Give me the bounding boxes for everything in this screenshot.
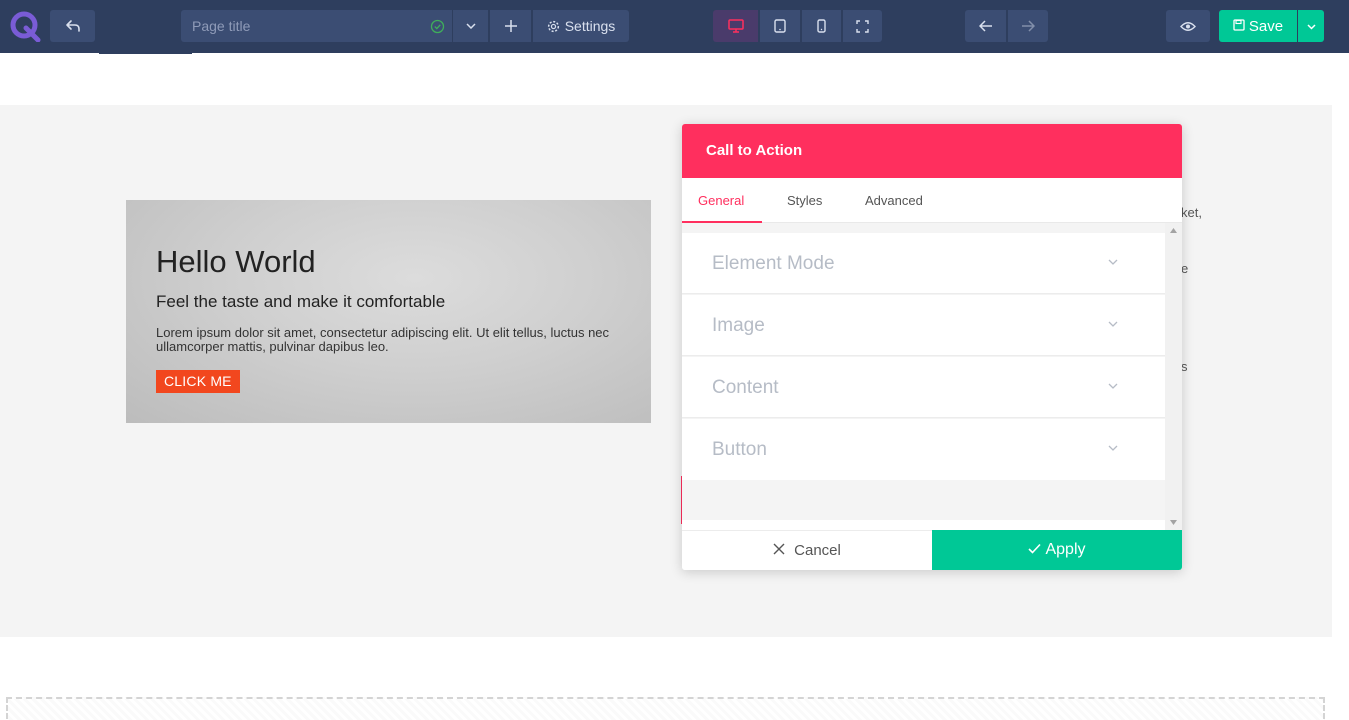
plus-icon [504, 19, 518, 33]
gear-icon [547, 20, 560, 33]
preview-button[interactable] [1166, 10, 1210, 42]
modal-tabs: General Styles Advanced [682, 178, 1182, 223]
expand-icon [856, 19, 869, 33]
accordion-label: Button [712, 439, 767, 460]
chevron-down-icon [1108, 321, 1118, 327]
save-label: Save [1248, 17, 1284, 35]
page-dropdown-button[interactable] [452, 10, 488, 42]
accordion-label: Content [712, 377, 779, 398]
settings-label: Settings [564, 18, 616, 34]
tab-advanced[interactable]: Advanced [865, 178, 923, 223]
page-title-input[interactable] [181, 10, 452, 42]
add-page-button[interactable] [489, 10, 531, 42]
logo-icon [9, 10, 41, 43]
scroll-down-icon[interactable] [1170, 520, 1177, 525]
save-button[interactable]: Save [1219, 10, 1297, 42]
undo-history-button[interactable] [50, 10, 95, 42]
cta-button[interactable]: CLICK ME [156, 370, 240, 393]
call-to-action-settings-modal: Call to Action General Styles Advanced E… [682, 124, 1182, 570]
accordion-element-mode[interactable]: Element Mode [682, 233, 1165, 294]
checkmark-icon [1028, 541, 1042, 559]
chevron-down-icon [1108, 259, 1118, 265]
settings-button[interactable]: Settings [532, 10, 629, 42]
tab-styles[interactable]: Styles [787, 178, 822, 223]
mobile-icon [817, 19, 826, 33]
cancel-button[interactable]: Cancel [682, 530, 932, 570]
floppy-disk-icon [1233, 18, 1245, 35]
accordion-label: Element Mode [712, 253, 835, 274]
background-text-fragment: ket, [1181, 205, 1202, 220]
cta-subtitle: Feel the taste and make it comfortable [156, 292, 446, 311]
arrow-right-icon [1021, 20, 1035, 32]
tablet-icon [774, 19, 786, 33]
chevron-down-icon [1306, 17, 1316, 35]
redo-button[interactable] [1007, 10, 1048, 42]
modal-footer: Cancel Apply [682, 530, 1182, 570]
accordion-button[interactable]: Button [682, 419, 1165, 480]
accordion-label: Image [712, 315, 765, 336]
fullscreen-button[interactable] [842, 10, 882, 42]
eye-icon [1180, 21, 1196, 32]
cta-description: Lorem ipsum dolor sit amet, consectetur … [156, 325, 610, 354]
modal-title: Call to Action [682, 124, 1182, 178]
tablet-view-button[interactable] [759, 10, 800, 42]
apply-label: Apply [1045, 541, 1086, 558]
cta-title: Hello World [156, 244, 316, 279]
save-options-dropdown[interactable] [1298, 10, 1324, 42]
arrow-left-icon [978, 20, 993, 32]
call-to-action-widget[interactable]: Hello World Feel the taste and make it c… [126, 200, 651, 423]
reply-arrow-icon [65, 19, 81, 33]
scroll-up-icon[interactable] [1170, 228, 1177, 233]
tab-general[interactable]: General [698, 178, 744, 223]
accordion-image[interactable]: Image [682, 295, 1165, 356]
add-section-dropzone[interactable] [6, 697, 1325, 720]
chevron-down-icon [1108, 445, 1118, 451]
chevron-down-icon [1108, 383, 1118, 389]
nav-active-underline [99, 52, 192, 54]
apply-button[interactable]: Apply [932, 530, 1182, 570]
mobile-view-button[interactable] [801, 10, 841, 42]
background-text-fragment: e [1181, 261, 1189, 276]
check-circle-icon [430, 19, 445, 34]
top-toolbar: Settings [0, 0, 1349, 53]
desktop-view-button[interactable] [713, 10, 758, 42]
undo-button[interactable] [965, 10, 1006, 42]
chevron-down-icon [465, 23, 476, 29]
accordion-content[interactable]: Content [682, 357, 1165, 418]
cancel-label: Cancel [794, 542, 841, 559]
close-icon [773, 542, 785, 559]
panel-scrollbar[interactable] [1165, 223, 1182, 530]
desktop-icon [727, 19, 744, 33]
